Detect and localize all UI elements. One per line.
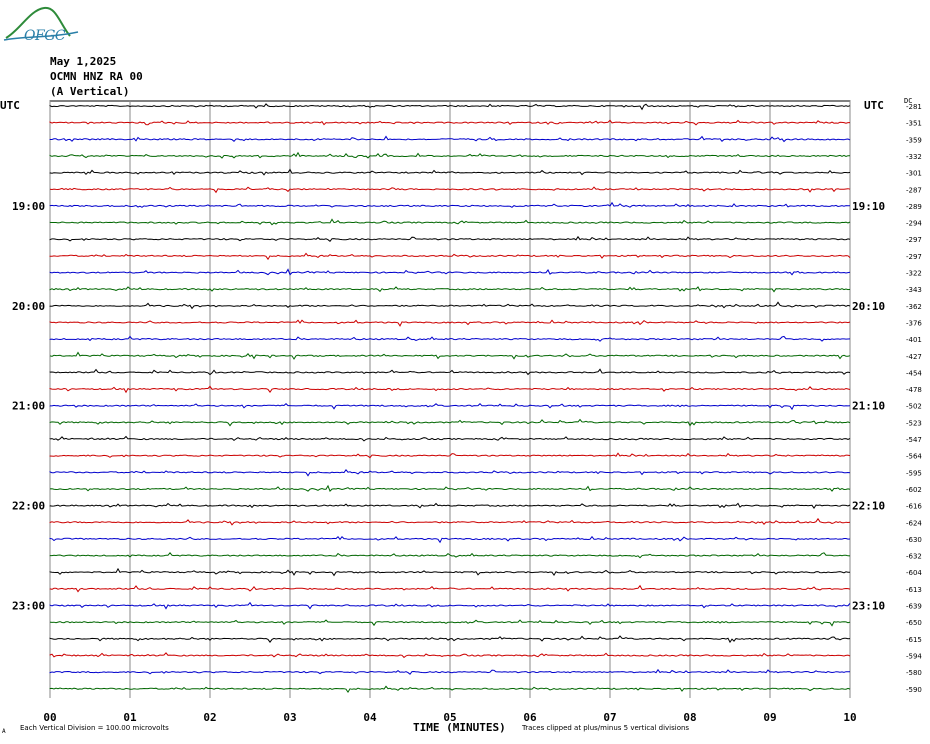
dc-offset-label: -594 (906, 652, 922, 660)
x-tick-label: 04 (363, 711, 377, 724)
helicorder-plot: 00 01 02 03 04 05 06 07 08 09 10-281-351-359-332-3… (12, 100, 922, 724)
x-tick-label: 09 (763, 711, 776, 724)
x-tick-label: 03 (283, 711, 296, 724)
dc-offset-label: -289 (906, 203, 922, 211)
dc-offset-label: -297 (906, 236, 922, 244)
dc-offset-label: -362 (906, 303, 922, 311)
dc-offset-label: -297 (906, 253, 922, 261)
x-tick-label: 08 (683, 711, 696, 724)
seismogram-page: OFGC May 1,2025 OCMN HNZ RA 00 (A Vertic… (0, 0, 930, 744)
dc-offset-label: -590 (906, 686, 922, 694)
dc-offset-label: -281 (906, 103, 922, 111)
right-time-label: 21:10 (852, 400, 885, 413)
right-time-label: 20:10 (852, 300, 885, 313)
dc-offset-label: -332 (906, 153, 922, 161)
dc-offset-label: -401 (906, 336, 922, 344)
dc-offset-label: -630 (906, 536, 922, 544)
x-tick-label: 07 (603, 711, 616, 724)
x-axis-title: TIME (MINUTES) (413, 721, 506, 734)
left-time-label: 21:00 (12, 400, 45, 413)
left-time-label: 20:00 (12, 300, 45, 313)
division-note: Each Vertical Division = 100.00 microvol… (20, 724, 169, 732)
clip-note: Traces clipped at plus/minus 5 vertical … (522, 724, 690, 732)
dc-offset-label: -523 (906, 419, 922, 427)
footer-mark: A (2, 728, 6, 735)
x-tick-label: 02 (203, 711, 216, 724)
dc-offset-label: -602 (906, 486, 922, 494)
dc-offset-label: -287 (906, 186, 922, 194)
dc-offset-label: -322 (906, 270, 922, 278)
dc-offset-label: -301 (906, 170, 922, 178)
dc-offset-label: -351 (906, 120, 922, 128)
left-time-label: 23:00 (12, 600, 45, 613)
right-time-label: 19:10 (852, 200, 885, 213)
dc-offset-label: -564 (906, 453, 922, 461)
dc-offset-label: -632 (906, 553, 922, 561)
dc-offset-label: -595 (906, 469, 922, 477)
dc-offset-label: -343 (906, 286, 922, 294)
dc-offset-label: -454 (906, 369, 922, 377)
left-time-label: 19:00 (12, 200, 45, 213)
dc-offset-label: -502 (906, 403, 922, 411)
dc-offset-label: -294 (906, 220, 922, 228)
right-time-label: 22:10 (852, 500, 885, 513)
x-tick-label: 00 (43, 711, 56, 724)
dc-offset-label: -650 (906, 619, 922, 627)
x-tick-label: 01 (123, 711, 137, 724)
dc-offset-label: -613 (906, 586, 922, 594)
dc-offset-label: -616 (906, 503, 922, 511)
dc-offset-label: -624 (906, 519, 922, 527)
dc-offset-label: -615 (906, 636, 922, 644)
x-tick-label: 10 (843, 711, 856, 724)
dc-offset-label: -478 (906, 386, 922, 394)
right-time-label: 23:10 (852, 600, 885, 613)
dc-offset-label: -376 (906, 319, 922, 327)
left-time-label: 22:00 (12, 500, 45, 513)
dc-offset-label: -359 (906, 136, 922, 144)
dc-offset-label: -427 (906, 353, 922, 361)
dc-offset-label: -547 (906, 436, 922, 444)
dc-offset-label: -604 (906, 569, 922, 577)
dc-offset-label: -639 (906, 603, 922, 611)
dc-offset-label: -580 (906, 669, 922, 677)
x-tick-label: 06 (523, 711, 537, 724)
